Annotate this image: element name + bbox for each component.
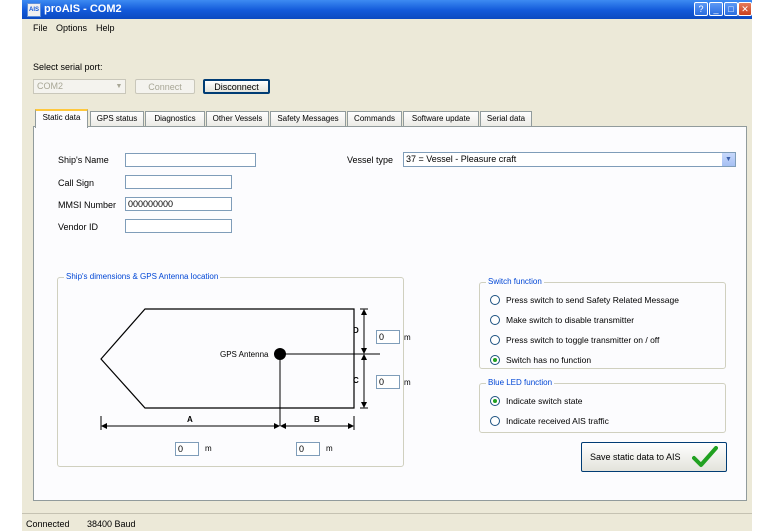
- serial-port-value: COM2: [37, 81, 64, 91]
- save-static-data-button[interactable]: Save static data to AIS: [581, 442, 727, 472]
- minimize-button[interactable]: _: [709, 2, 723, 16]
- app-window: AIS proAIS - COM2 ? _ □ ✕ File Options H…: [22, 0, 752, 531]
- dimensions-group: Ship's dimensions & GPS Antenna location: [57, 272, 404, 467]
- window-title: proAIS - COM2: [44, 3, 122, 15]
- dimension-a-input[interactable]: 0: [175, 442, 199, 456]
- gps-antenna-label: GPS Antenna: [220, 350, 269, 359]
- switch-option-label-2: Press switch to toggle transmitter on / …: [506, 335, 660, 345]
- vendor-id-label: Vendor ID: [58, 222, 99, 232]
- checkmark-icon: [692, 446, 718, 467]
- vendor-id-input[interactable]: [125, 219, 232, 233]
- led-option-radio-0[interactable]: [490, 396, 500, 406]
- switch-option-radio-2[interactable]: [490, 335, 500, 345]
- tab-safety-messages[interactable]: Safety Messages: [270, 111, 346, 126]
- unit-a-label: m: [205, 444, 212, 453]
- led-option-radio-1[interactable]: [490, 416, 500, 426]
- vessel-type-select[interactable]: 37 = Vessel - Pleasure craft ▼: [403, 152, 736, 167]
- switch-option-radio-0[interactable]: [490, 295, 500, 305]
- serial-port-label: Select serial port:: [33, 62, 103, 72]
- mmsi-label: MMSI Number: [58, 200, 117, 210]
- switch-option-radio-3[interactable]: [490, 355, 500, 365]
- ship-name-input[interactable]: [125, 153, 256, 167]
- connect-button[interactable]: Connect: [135, 79, 195, 94]
- menu-options[interactable]: Options: [56, 23, 87, 33]
- call-sign-input[interactable]: [125, 175, 232, 189]
- menu-help[interactable]: Help: [96, 23, 115, 33]
- led-function-group: Blue LED function Indicate switch state …: [479, 378, 726, 433]
- tab-diagnostics[interactable]: Diagnostics: [145, 111, 205, 126]
- app-icon: AIS: [27, 3, 41, 17]
- vessel-type-value: 37 = Vessel - Pleasure craft: [406, 154, 517, 164]
- dimension-c-input[interactable]: 0: [376, 375, 400, 389]
- switch-option-label-0: Press switch to send Safety Related Mess…: [506, 295, 679, 305]
- ship-name-label: Ship's Name: [58, 155, 109, 165]
- tab-commands[interactable]: Commands: [347, 111, 402, 126]
- switch-function-title: Switch function: [486, 277, 544, 286]
- save-button-label: Save static data to AIS: [590, 452, 681, 462]
- tab-gps-status[interactable]: GPS status: [90, 111, 144, 126]
- unit-d-label: m: [404, 333, 411, 342]
- led-function-title: Blue LED function: [486, 378, 555, 387]
- baud-rate-status: 38400 Baud: [87, 519, 136, 529]
- menu-file[interactable]: File: [33, 23, 48, 33]
- dimension-a-label: A: [187, 415, 193, 424]
- switch-function-group: Switch function Press switch to send Saf…: [479, 277, 726, 369]
- status-bar: Connected 38400 Baud: [22, 513, 752, 531]
- dimension-d-input[interactable]: 0: [376, 330, 400, 344]
- close-button[interactable]: ✕: [738, 2, 752, 16]
- dimension-b-input[interactable]: 0: [296, 442, 320, 456]
- tab-software-update[interactable]: Software update: [403, 111, 479, 126]
- maximize-button[interactable]: □: [724, 2, 738, 16]
- ship-diagram: [100, 308, 380, 430]
- dimension-c-label: C: [353, 376, 359, 385]
- switch-option-label-1: Make switch to disable transmitter: [506, 315, 635, 325]
- disconnect-button[interactable]: Disconnect: [203, 79, 270, 94]
- title-bar: AIS proAIS - COM2 ? _ □ ✕: [22, 0, 752, 19]
- unit-b-label: m: [326, 444, 333, 453]
- led-option-label-1: Indicate received AIS traffic: [506, 416, 609, 426]
- tab-static-data[interactable]: Static data: [35, 109, 88, 128]
- connection-status: Connected: [26, 519, 70, 529]
- help-icon[interactable]: ?: [694, 2, 708, 16]
- serial-port-select[interactable]: COM2 ▼: [33, 79, 126, 94]
- vessel-type-label: Vessel type: [347, 155, 394, 165]
- tab-serial-data[interactable]: Serial data: [480, 111, 532, 126]
- mmsi-input[interactable]: 000000000: [125, 197, 232, 211]
- tab-other-vessels[interactable]: Other Vessels: [206, 111, 269, 126]
- unit-c-label: m: [404, 378, 411, 387]
- call-sign-label: Call Sign: [58, 178, 95, 188]
- switch-option-radio-1[interactable]: [490, 315, 500, 325]
- menu-bar: File Options Help: [22, 19, 752, 37]
- static-data-panel: Ship's Name Call Sign MMSI Number 000000…: [33, 126, 747, 501]
- dimension-d-label: D: [353, 326, 359, 335]
- dimension-b-label: B: [314, 415, 320, 424]
- switch-option-label-3: Switch has no function: [506, 355, 592, 365]
- chevron-down-icon: ▼: [115, 83, 123, 90]
- chevron-down-icon[interactable]: ▼: [722, 153, 735, 166]
- led-option-label-0: Indicate switch state: [506, 396, 583, 406]
